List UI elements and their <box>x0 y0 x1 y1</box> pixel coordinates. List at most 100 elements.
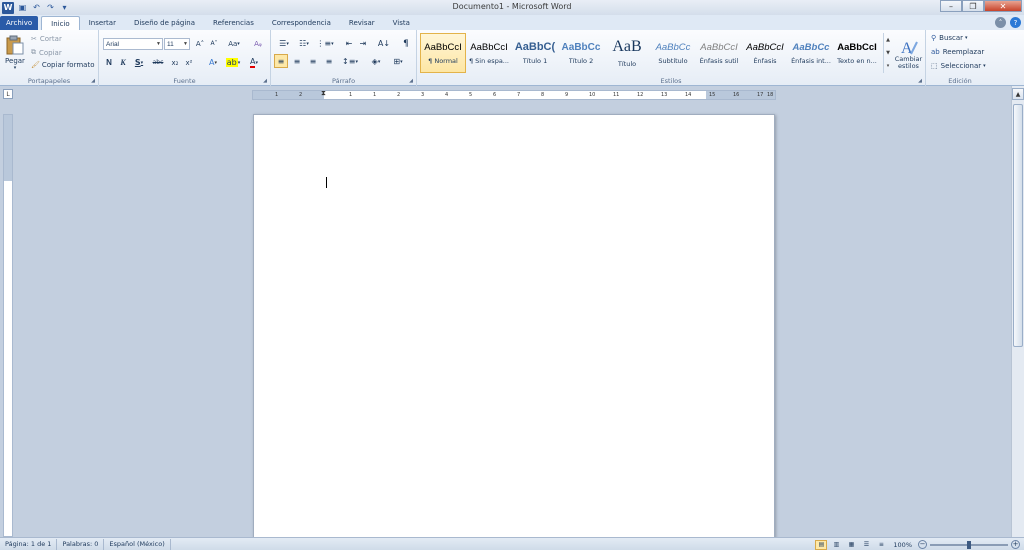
indent-marker-icon[interactable]: ⧗ <box>321 89 326 98</box>
clear-format-icon[interactable]: Aᵩ <box>251 37 265 50</box>
justify-icon[interactable]: ≡ <box>322 55 336 68</box>
zoom-slider[interactable] <box>930 540 1008 549</box>
style-tile[interactable]: AaBbCcI Texto en n... <box>834 33 880 73</box>
shading-button[interactable]: ◈ ▾ <box>367 55 385 68</box>
copy-label: Copiar <box>39 48 62 57</box>
align-right-icon[interactable]: ≡ <box>306 55 320 68</box>
subscript-button[interactable]: x₂ <box>169 56 181 69</box>
zoom-in-icon[interactable]: + <box>1011 540 1020 549</box>
outline-icon[interactable]: ☰ <box>860 540 872 550</box>
clipboard-group-label: Portapapeles <box>27 77 71 85</box>
style-name: Énfasis <box>753 56 777 65</box>
align-left-icon[interactable]: ≡ <box>274 54 288 68</box>
style-tile[interactable]: AaBbCcI ¶ Normal <box>420 33 466 73</box>
zoom-level[interactable]: 100% <box>893 541 912 549</box>
gallery-more-icon[interactable]: ▾ <box>884 60 892 73</box>
tab-referencias[interactable]: Referencias <box>204 16 263 30</box>
format-painter-button[interactable]: 🖌 Copiar formato <box>31 61 94 69</box>
scroll-up-icon[interactable]: ▲ <box>1012 88 1024 100</box>
style-tile[interactable]: AaBbCc Subtítulo <box>650 33 696 73</box>
minimize-ribbon-icon[interactable]: ˄ <box>995 17 1006 28</box>
style-tile[interactable]: AaBbCcI Énfasis sutil <box>696 33 742 73</box>
chevron-down-icon: ▾ <box>140 59 144 66</box>
dialog-launcher-icon[interactable]: ◢ <box>262 78 268 84</box>
text-effects-button[interactable]: A ▾ <box>205 56 221 69</box>
save-icon[interactable]: ▣ <box>17 2 28 13</box>
customize-icon[interactable]: ▾ <box>59 2 70 13</box>
strikethrough-button[interactable]: abc <box>151 56 165 69</box>
style-tile[interactable]: AaBbCcI ¶ Sin espa... <box>466 33 512 73</box>
shrink-font-button[interactable]: A˅ <box>207 37 221 50</box>
change-styles-button[interactable]: A Cambiar estilos <box>893 33 924 75</box>
sort-icon[interactable]: A↓ <box>377 37 391 50</box>
redo-icon[interactable]: ↷ <box>45 2 56 13</box>
replace-button[interactable]: ab Reemplazar <box>931 48 984 56</box>
close-icon[interactable]: ✕ <box>984 0 1022 12</box>
horizontal-ruler[interactable]: 1 2 1 1 2 3 4 5 6 7 8 9 10 11 12 13 14 15 16 17 18 ⧗ <box>252 89 776 100</box>
dialog-launcher-icon[interactable]: ◢ <box>408 78 414 84</box>
scroll-thumb[interactable] <box>1013 104 1023 347</box>
word-count[interactable]: Palabras: 0 <box>57 538 105 550</box>
tab-insertar[interactable]: Insertar <box>80 16 125 30</box>
numbering-button[interactable]: ☷ ▾ <box>295 37 313 50</box>
page-count[interactable]: Página: 1 de 1 <box>0 538 58 550</box>
cut-button[interactable]: ✂ Cortar <box>31 35 62 43</box>
tab-archivo[interactable]: Archivo <box>0 16 39 30</box>
window-title: Documento1 - Microsoft Word <box>452 2 572 11</box>
web-layout-icon[interactable]: ▦ <box>845 540 857 550</box>
minimize-icon[interactable]: – <box>940 0 962 12</box>
bullets-button[interactable]: ☰ ▾ <box>275 37 293 50</box>
dialog-launcher-icon[interactable]: ◢ <box>90 78 96 84</box>
highlight-button[interactable]: ab ▾ <box>224 56 242 69</box>
superscript-button[interactable]: x² <box>183 56 195 69</box>
style-tile[interactable]: AaB Título <box>604 33 650 73</box>
tab-inicio[interactable]: Inicio <box>41 16 80 30</box>
bold-button[interactable]: N <box>103 56 115 69</box>
help-icon[interactable]: ? <box>1010 17 1021 28</box>
font-color-button[interactable]: A ▾ <box>245 56 263 69</box>
zoom-thumb[interactable] <box>967 540 971 549</box>
grow-font-button[interactable]: A˄ <box>193 37 207 50</box>
language-indicator[interactable]: Español (México) <box>104 538 171 550</box>
word-icon[interactable]: W <box>2 1 14 14</box>
draft-icon[interactable]: ≡ <box>875 540 887 550</box>
zoom-out-icon[interactable]: − <box>918 540 927 549</box>
undo-icon[interactable]: ↶ <box>31 2 42 13</box>
vertical-ruler[interactable] <box>3 114 13 537</box>
style-tile[interactable]: AaBbCc Título 2 <box>558 33 604 73</box>
document-page[interactable] <box>253 114 775 537</box>
font-family-select[interactable]: Arial ▼ <box>103 38 163 50</box>
gallery-up-icon[interactable]: ▲ <box>884 33 892 46</box>
increase-indent-icon[interactable]: ⇥ <box>357 37 369 50</box>
line-spacing-button[interactable]: ↕≡ ▾ <box>341 55 359 68</box>
tab-vista[interactable]: Vista <box>384 16 419 30</box>
copy-button[interactable]: ⧉ Copiar <box>31 48 62 57</box>
restore-icon[interactable]: ❐ <box>962 0 984 12</box>
tab-revisar[interactable]: Revisar <box>340 16 384 30</box>
align-center-icon[interactable]: ≡ <box>290 55 304 68</box>
vertical-scrollbar[interactable]: ▲ <box>1011 86 1024 537</box>
decrease-indent-icon[interactable]: ⇤ <box>343 37 355 50</box>
style-tile[interactable]: AaBbC(Título 1 <box>512 33 558 73</box>
font-size-select[interactable]: 11 ▼ <box>164 38 190 50</box>
select-button[interactable]: ⬚ Seleccionar ▾ <box>931 62 986 70</box>
tab-diseño-de-página[interactable]: Diseño de página <box>125 16 204 30</box>
full-screen-reading-icon[interactable]: ▥ <box>830 540 842 550</box>
print-layout-icon[interactable]: ▤ <box>815 539 828 550</box>
style-tile[interactable]: AaBbCc Énfasis int... <box>788 33 834 73</box>
multilevel-list-button[interactable]: ⋮≡ ▾ <box>316 37 334 50</box>
find-button[interactable]: ⚲ Buscar ▾ <box>931 34 968 42</box>
tab-correspondencia[interactable]: Correspondencia <box>263 16 340 30</box>
chevron-down-icon: ▾ <box>965 35 968 41</box>
style-name: Título <box>617 60 637 68</box>
change-case-button[interactable]: Aa ▾ <box>225 37 243 50</box>
gallery-down-icon[interactable]: ▼ <box>884 46 892 59</box>
tab-selector[interactable]: L <box>3 89 13 99</box>
style-tile[interactable]: AaBbCcI Énfasis <box>742 33 788 73</box>
italic-button[interactable]: K <box>117 56 129 69</box>
paste-button[interactable]: Pegar ▾ <box>4 33 26 73</box>
borders-button[interactable]: ⊞ ▾ <box>389 55 407 68</box>
underline-button[interactable]: S ▾ <box>131 56 147 69</box>
show-marks-button[interactable]: ¶ <box>400 37 412 50</box>
dialog-launcher-icon[interactable]: ◢ <box>917 78 923 84</box>
